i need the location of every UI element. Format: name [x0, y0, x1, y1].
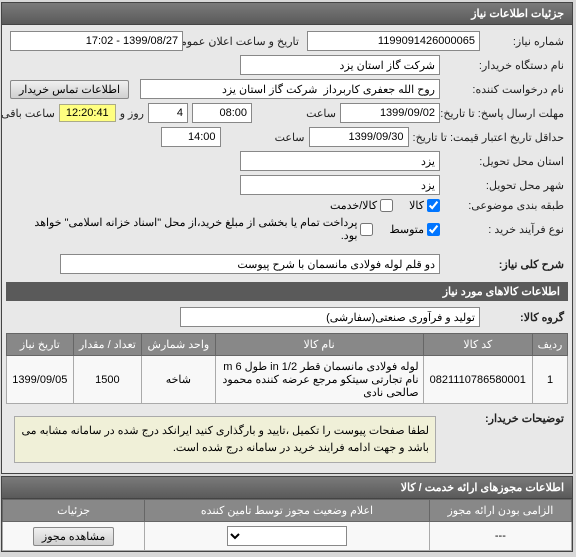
cell-name: لوله فولادی مانسمان قطر 1/2 in طول 6 m ن…	[216, 356, 424, 404]
buyer-org-input[interactable]	[241, 55, 441, 75]
time-label-2: ساعت	[226, 131, 306, 144]
th-details: جزئیات	[4, 500, 146, 522]
requester-input[interactable]	[141, 79, 441, 99]
price-date-input[interactable]	[310, 127, 410, 147]
main-panel-title: جزئیات اطلاعات نیاز	[3, 3, 573, 25]
permissions-panel: اطلاعات مجوزهای ارائه خدمت / کالا الزامی…	[2, 476, 574, 552]
group-input[interactable]	[181, 307, 481, 327]
th-qty: تعداد / مقدار	[74, 334, 142, 356]
group-label: گروه کالا:	[485, 311, 565, 324]
delivery-province-input[interactable]	[241, 151, 441, 171]
permissions-table: الزامی بودن ارائه مجوز اعلام وضعیت مجوز …	[3, 499, 573, 551]
payment-note-checkbox[interactable]: پرداخت تمام یا بخشی از مبلغ خرید،از محل …	[23, 216, 374, 242]
buyer-notes-text: لطفا صفحات پیوست را تکمیل ،تایید و بارگذ…	[15, 416, 437, 463]
response-date-input[interactable]	[341, 103, 441, 123]
service-checkbox[interactable]: کالا/خدمت	[331, 199, 394, 212]
goods-checkbox[interactable]: کالا	[410, 199, 441, 212]
th-name: نام کالا	[216, 334, 424, 356]
cell-required: ---	[430, 522, 572, 551]
th-status: اعلام وضعیت مجوز توسط تامین کننده	[146, 500, 431, 522]
view-permission-button[interactable]: مشاهده مجوز	[34, 527, 115, 546]
buyer-contact-button[interactable]: اطلاعات تماس خریدار	[11, 80, 130, 99]
th-row: ردیف	[534, 334, 569, 356]
th-code: کد کالا	[424, 334, 533, 356]
delivery-city-label: شهر محل تحویل:	[445, 179, 565, 192]
cell-row: 1	[534, 356, 569, 404]
table-row[interactable]: 1 0821110786580001 لوله فولادی مانسمان ق…	[8, 356, 569, 404]
announce-datetime-label: تاریخ و ساعت اعلان عمومی:	[188, 35, 300, 48]
buyer-notes-label: توضیحات خریدار:	[445, 412, 565, 425]
cell-unit: شاخه	[143, 356, 216, 404]
items-section-title: اطلاعات کالاهای مورد نیاز	[7, 282, 569, 301]
delivery-city-input[interactable]	[241, 175, 441, 195]
price-validity-label: حداقل تاریخ اعتبار قیمت: تا تاریخ:	[414, 131, 565, 144]
days-label: روز و	[121, 107, 145, 120]
time-label-1: ساعت	[257, 107, 337, 120]
countdown-timer: 12:20:41	[60, 104, 117, 122]
medium-checkbox[interactable]: متوسط	[390, 223, 441, 236]
process-type-label: نوع فرآیند خرید :	[445, 223, 565, 236]
announce-datetime-input[interactable]	[11, 31, 184, 51]
items-table: ردیف کد کالا نام کالا واحد شمارش تعداد /…	[7, 333, 569, 404]
status-select[interactable]	[228, 526, 348, 546]
main-panel: جزئیات اطلاعات نیاز شماره نیاز: تاریخ و …	[2, 2, 574, 474]
days-input[interactable]	[149, 103, 189, 123]
th-required: الزامی بودن ارائه مجوز	[430, 500, 572, 522]
th-date: تاریخ نیاز	[8, 334, 75, 356]
cell-qty: 1500	[74, 356, 142, 404]
cell-code: 0821110786580001	[424, 356, 533, 404]
price-time-input[interactable]	[162, 127, 222, 147]
table-row: --- مشاهده مجوز	[4, 522, 573, 551]
delivery-province-label: استان محل تحویل:	[445, 155, 565, 168]
buyer-org-label: نام دستگاه خریدار:	[445, 59, 565, 72]
summary-input[interactable]	[61, 254, 441, 274]
need-number-input[interactable]	[308, 31, 481, 51]
remaining-label: ساعت باقی مانده	[0, 107, 56, 120]
requester-label: نام درخواست کننده:	[445, 83, 565, 96]
response-deadline-label: مهلت ارسال پاسخ: تا تاریخ:	[445, 107, 565, 120]
need-number-label: شماره نیاز:	[485, 35, 565, 48]
response-time-input[interactable]	[193, 103, 253, 123]
th-unit: واحد شمارش	[143, 334, 216, 356]
cell-date: 1399/09/05	[8, 356, 75, 404]
summary-label: شرح کلی نیاز:	[445, 258, 565, 271]
budget-label: طبقه بندی موضوعی:	[445, 199, 565, 212]
permissions-panel-title: اطلاعات مجوزهای ارائه خدمت / کالا	[3, 477, 573, 499]
